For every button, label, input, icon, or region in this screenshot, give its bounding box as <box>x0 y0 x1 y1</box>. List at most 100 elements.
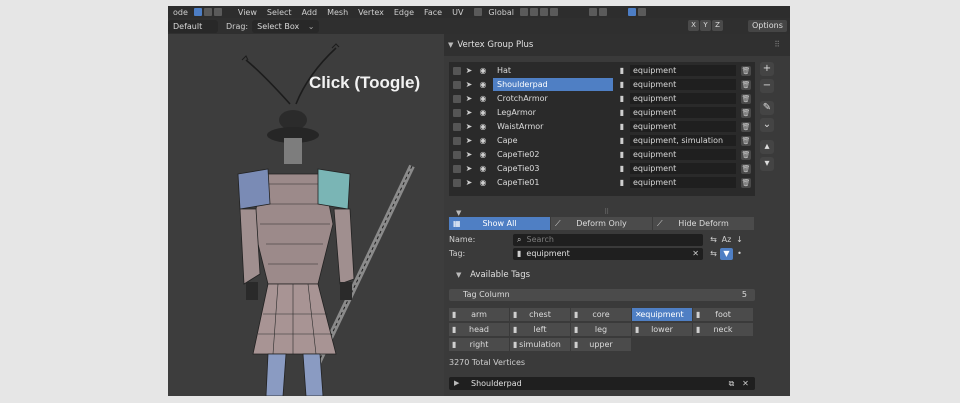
add-icon[interactable]: + <box>760 62 774 76</box>
remove-icon[interactable]: − <box>760 79 774 93</box>
tag-button[interactable]: ▮ chest <box>510 308 570 321</box>
menu-vertex[interactable]: Vertex <box>353 8 389 17</box>
select-checkbox[interactable] <box>453 66 461 75</box>
group-tag-field[interactable]: equipment, simulation <box>630 135 736 146</box>
list-item[interactable]: ➤ ◉ CrotchArmor ▮ equipment 🗑 <box>449 92 755 105</box>
eye-icon[interactable]: ◉ <box>477 94 489 103</box>
mirror-z-toggle[interactable]: Z <box>712 20 723 31</box>
tag-button[interactable]: ▮ left <box>510 323 570 336</box>
pointer-icon[interactable]: ➤ <box>463 122 475 131</box>
move-down-icon[interactable]: ▾ <box>760 157 774 171</box>
dot-icon[interactable]: • <box>733 248 746 260</box>
trash-icon[interactable]: 🗑 <box>741 149 751 160</box>
group-tag-field[interactable]: equipment <box>630 107 736 118</box>
tag-button[interactable]: ▮ simulation <box>510 338 570 351</box>
group-tag-field[interactable]: equipment <box>630 163 736 174</box>
face-select-icon[interactable] <box>213 8 222 16</box>
mode-deform-only[interactable]: ⟋ Deform Only <box>551 217 652 230</box>
trash-icon[interactable]: 🗑 <box>741 135 751 146</box>
vertex-select-icon[interactable] <box>193 8 202 16</box>
list-item[interactable]: ➤ ◉ CapeTie03 ▮ equipment 🗑 <box>449 162 755 175</box>
collapse-triangle-icon[interactable]: ▼ <box>448 41 453 49</box>
eye-icon[interactable]: ◉ <box>477 150 489 159</box>
close-icon[interactable]: ✕ <box>740 378 751 389</box>
eye-icon[interactable]: ◉ <box>477 164 489 173</box>
group-tag-field[interactable]: equipment <box>630 93 736 104</box>
menu-mesh[interactable]: Mesh <box>322 8 353 17</box>
tag-button[interactable]: ▮ core <box>571 308 631 321</box>
group-name[interactable]: CapeTie03 <box>493 162 613 175</box>
options-button[interactable]: Options <box>748 20 787 32</box>
group-name[interactable]: CapeTie01 <box>493 176 613 189</box>
resize-grip-icon[interactable]: ⠿ <box>604 208 609 216</box>
eye-icon[interactable]: ◉ <box>477 80 489 89</box>
group-name[interactable]: Cape <box>493 134 613 147</box>
select-checkbox[interactable] <box>453 136 461 145</box>
mode-hide-deform[interactable]: ⟋ Hide Deform <box>653 217 754 230</box>
group-name[interactable]: CrotchArmor <box>493 92 613 105</box>
pointer-icon[interactable]: ➤ <box>463 94 475 103</box>
swap-icon[interactable]: ⇆ <box>707 248 720 260</box>
group-name[interactable]: CapeTie02 <box>493 148 613 161</box>
layout-select[interactable]: Default ⌄ <box>168 19 218 44</box>
list-item[interactable]: ➤ ◉ Hat ▮ equipment 🗑 <box>449 64 755 77</box>
drag-select[interactable]: Select Box ⌄ <box>252 19 320 33</box>
tag-column-slider[interactable]: Tag Column 5 <box>449 289 755 301</box>
eye-icon[interactable]: ◉ <box>477 66 489 75</box>
eye-icon[interactable]: ◉ <box>477 178 489 187</box>
collapse-triangle-icon[interactable]: ▼ <box>456 271 461 279</box>
select-checkbox[interactable] <box>453 150 461 159</box>
list-item[interactable]: ➤ ◉ CapeTie02 ▮ equipment 🗑 <box>449 148 755 161</box>
trash-icon[interactable]: 🗑 <box>741 93 751 104</box>
group-name[interactable]: Hat <box>493 64 613 77</box>
3d-viewport[interactable]: Click (Toogle) <box>168 34 444 396</box>
chevron-down-icon[interactable]: ⌄ <box>760 118 774 132</box>
tag-filter-input[interactable]: ▮ equipment ✕ <box>513 247 703 260</box>
tag-button[interactable]: ▮ upper <box>571 338 631 351</box>
eye-icon[interactable]: ◉ <box>477 108 489 117</box>
group-name[interactable]: LegArmor <box>493 106 613 119</box>
pointer-icon[interactable]: ➤ <box>463 80 475 89</box>
trash-icon[interactable]: 🗑 <box>741 79 751 90</box>
transform-orientation-select[interactable]: Global <box>483 8 519 17</box>
pointer-icon[interactable]: ➤ <box>463 150 475 159</box>
menu-edge[interactable]: Edge <box>389 8 419 17</box>
group-name[interactable]: WaistArmor <box>493 120 613 133</box>
tag-button[interactable]: ▮ head <box>449 323 509 336</box>
shading-icon[interactable] <box>637 8 646 16</box>
list-item[interactable]: ➤ ◉ Cape ▮ equipment, simulation 🗑 <box>449 134 755 147</box>
mode-show-all[interactable]: ▦ Show All <box>449 217 550 230</box>
filter-icon[interactable]: ▼ <box>720 247 733 260</box>
tag-button[interactable]: ▮ right <box>449 338 509 351</box>
gizmo-icon[interactable] <box>588 8 597 16</box>
sort-alpha-icon[interactable]: Az <box>720 234 733 246</box>
pointer-icon[interactable]: ➤ <box>463 164 475 173</box>
mirror-x-toggle[interactable]: X <box>688 20 699 31</box>
menu-add[interactable]: Add <box>297 8 323 17</box>
select-checkbox[interactable] <box>453 80 461 89</box>
snap-icon[interactable] <box>529 8 538 16</box>
xray-icon[interactable] <box>627 8 636 16</box>
available-tags-header[interactable]: ▼ Available Tags <box>456 270 530 280</box>
menu-select[interactable]: Select <box>262 8 297 17</box>
tag-button[interactable]: ▮ foot <box>693 308 753 321</box>
clear-icon[interactable]: ✕ <box>692 249 699 258</box>
menu-uv[interactable]: UV <box>447 8 468 17</box>
snap-target-icon[interactable] <box>539 8 548 16</box>
select-checkbox[interactable] <box>453 122 461 131</box>
eye-icon[interactable]: ◉ <box>477 122 489 131</box>
expand-filter-icon[interactable]: ▼ <box>456 209 461 217</box>
group-tag-field[interactable]: equipment <box>630 121 736 132</box>
trash-icon[interactable]: 🗑 <box>741 177 751 188</box>
list-item[interactable]: ➤ ◉ LegArmor ▮ equipment 🗑 <box>449 106 755 119</box>
drag-handle-icon[interactable]: ⠿ <box>774 40 780 49</box>
group-tag-field[interactable]: equipment <box>630 79 736 90</box>
pivot-icon[interactable] <box>519 8 528 16</box>
tag-button[interactable]: ▮ leg <box>571 323 631 336</box>
menu-face[interactable]: Face <box>419 8 447 17</box>
brush-icon[interactable]: ✎ <box>760 101 774 115</box>
group-tag-field[interactable]: equipment <box>630 149 736 160</box>
name-search-input[interactable]: ⌕ Search <box>513 233 703 246</box>
eye-icon[interactable]: ◉ <box>477 136 489 145</box>
select-checkbox[interactable] <box>453 108 461 117</box>
